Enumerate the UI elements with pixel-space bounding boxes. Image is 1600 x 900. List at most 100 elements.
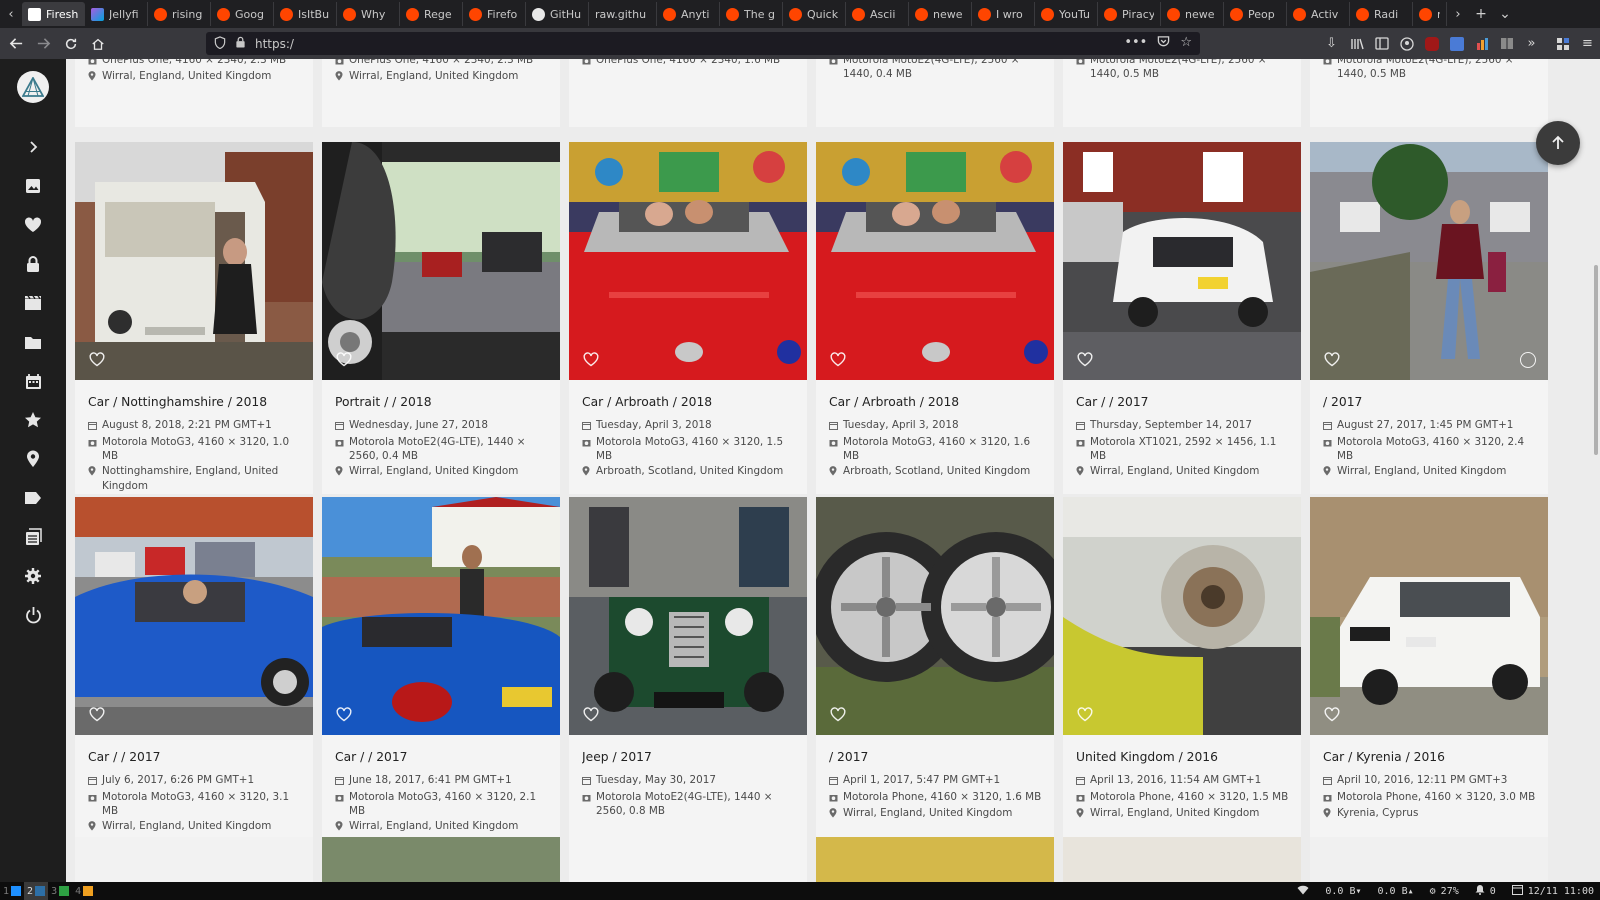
extension-bars-icon[interactable]: [1469, 28, 1494, 59]
select-checkbox-icon[interactable]: [1520, 352, 1536, 368]
photo-title[interactable]: Portrait / / 2018: [335, 395, 550, 409]
notifications[interactable]: 0: [1475, 884, 1496, 898]
account-icon[interactable]: [1394, 28, 1419, 59]
favorite-heart-icon[interactable]: [1077, 707, 1093, 723]
photo-title[interactable]: Car / / 2017: [1076, 395, 1291, 409]
browser-tab[interactable]: Jellyfi: [85, 2, 148, 26]
reader-view-icon[interactable]: [1494, 28, 1519, 59]
photo-thumbnail[interactable]: [322, 497, 560, 735]
favorite-heart-icon[interactable]: [830, 352, 846, 368]
clock[interactable]: 12/11 11:00: [1511, 884, 1594, 898]
wifi-icon[interactable]: [1297, 885, 1309, 898]
browser-tab[interactable]: rising: [148, 2, 211, 26]
bookmark-star-icon[interactable]: ☆: [1180, 35, 1192, 52]
photo-thumbnail[interactable]: [569, 497, 807, 735]
page-actions-icon[interactable]: •••: [1124, 35, 1147, 52]
overflow-chevrons-icon[interactable]: »: [1519, 28, 1544, 59]
photo-thumbnail[interactable]: [1063, 497, 1301, 735]
photo-thumbnail[interactable]: [322, 142, 560, 380]
workspace-4[interactable]: 4: [72, 882, 96, 900]
photo-title[interactable]: Car / Arbroath / 2018: [829, 395, 1044, 409]
photo-title[interactable]: Car / Nottinghamshire / 2018: [88, 395, 303, 409]
workspace-1[interactable]: 1: [0, 882, 24, 900]
photo-card[interactable]: Portrait / / 2018 Wednesday, June 27, 201…: [322, 142, 560, 494]
workspace-2[interactable]: 2: [24, 882, 49, 900]
photo-card[interactable]: Car / Arbroath / 2018 Tuesday, April 3, 2…: [816, 142, 1054, 494]
photo-card[interactable]: Car / Arbroath / 2018 Tuesday, April 3, 2…: [569, 142, 807, 494]
photo-card[interactable]: Outdoor / 2019Wednesday, February 27, 20…: [1063, 59, 1301, 127]
browser-tab[interactable]: I wro: [972, 2, 1035, 26]
photo-card[interactable]: Minivan / Wirral / 2020Wednesday, May 20…: [322, 59, 560, 127]
secure-lock-icon[interactable]: [235, 36, 246, 51]
photo-title[interactable]: Car / Kyrenia / 2016: [1323, 750, 1538, 764]
favorite-heart-icon[interactable]: [583, 707, 599, 723]
library-icon[interactable]: [21, 525, 45, 549]
photo-thumbnail[interactable]: [1310, 142, 1548, 380]
browser-tab[interactable]: Peop: [1224, 2, 1287, 26]
photo-title[interactable]: Car / / 2017: [88, 750, 303, 764]
address-bar[interactable]: https:/ ••• ☆: [206, 32, 1200, 55]
photo-card-partial[interactable]: [322, 837, 560, 882]
library-icon[interactable]: [1344, 28, 1369, 59]
expand-chevron-icon[interactable]: [21, 135, 45, 159]
browser-tab[interactable]: Activ: [1287, 2, 1350, 26]
photo-thumbnail[interactable]: [1310, 497, 1548, 735]
back-icon[interactable]: [3, 30, 30, 58]
photo-title[interactable]: Jeep / 2017: [582, 750, 797, 764]
forward-icon[interactable]: [30, 30, 57, 58]
favorite-heart-icon[interactable]: [336, 707, 352, 723]
new-tab-icon[interactable]: +: [1469, 0, 1493, 28]
downloads-icon[interactable]: ⇩: [1319, 28, 1344, 59]
favorite-heart-icon[interactable]: [583, 352, 599, 368]
photo-thumbnail[interactable]: [816, 142, 1054, 380]
favorite-heart-icon[interactable]: [1324, 707, 1340, 723]
ublock-origin-icon[interactable]: [1419, 28, 1444, 59]
browser-tab[interactable]: Piracy: [1098, 2, 1161, 26]
calendar-icon[interactable]: [21, 369, 45, 393]
pocket-icon[interactable]: [1157, 35, 1170, 52]
photo-card-partial[interactable]: [75, 837, 313, 882]
browser-tab[interactable]: Why: [337, 2, 400, 26]
photo-card[interactable]: Car / 2019Wednesday, February 27, 2019Mo…: [1310, 59, 1548, 127]
photo-card[interactable]: Jeep / 2017 Tuesday, May 30, 2017 Motorola…: [569, 497, 807, 849]
favorite-heart-icon[interactable]: [830, 707, 846, 723]
photo-card-partial[interactable]: [569, 837, 807, 882]
photo-title[interactable]: / 2017: [1323, 395, 1538, 409]
browser-tab[interactable]: Firesh: [22, 2, 85, 26]
photo-title[interactable]: United Kingdom / 2016: [1076, 750, 1291, 764]
tab-list-dropdown-icon[interactable]: ⌄: [1493, 0, 1517, 28]
photo-card[interactable]: Car / Kyrenia / 2016 April 10, 2016, 12:1…: [1310, 497, 1548, 849]
browser-tab[interactable]: Goog: [211, 2, 274, 26]
browser-tab[interactable]: Firefo: [463, 2, 526, 26]
browser-tab[interactable]: raw.githu: [589, 2, 657, 26]
photo-thumbnail[interactable]: [75, 497, 313, 735]
browser-tab[interactable]: Radi: [1350, 2, 1413, 26]
browser-tab[interactable]: GitHu: [526, 2, 589, 26]
photo-thumbnail[interactable]: [569, 142, 807, 380]
logout-power-icon[interactable]: [21, 603, 45, 627]
favorites-heart-icon[interactable]: [21, 213, 45, 237]
tracking-shield-icon[interactable]: [214, 35, 226, 52]
photoprism-logo-icon[interactable]: [17, 71, 49, 103]
tabs-scroll-right-icon[interactable]: ›: [1447, 0, 1469, 28]
browser-tab[interactable]: Quick: [783, 2, 846, 26]
photo-card[interactable]: Car / Nottinghamshire / 2018 August 8, 20…: [75, 142, 313, 494]
photo-card[interactable]: Car / / 2017 July 6, 2017, 6:26 PM GMT+1 M…: [75, 497, 313, 849]
photo-card[interactable]: Minivan / Wirral / 2020Wednesday, May 20…: [75, 59, 313, 127]
photo-card[interactable]: Car / 2019Wednesday, February 27, 2019Mo…: [816, 59, 1054, 127]
photo-card[interactable]: Car / / 2017 June 18, 2017, 6:41 PM GMT+1…: [322, 497, 560, 849]
menu-hamburger-icon[interactable]: ≡: [1575, 28, 1600, 59]
browser-tab[interactable]: YouTu: [1035, 2, 1098, 26]
photo-thumbnail[interactable]: [816, 497, 1054, 735]
photo-card[interactable]: / 2017 August 27, 2017, 1:45 PM GMT+1 Moto…: [1310, 142, 1548, 494]
photo-card[interactable]: Car / / 2017 Thursday, September 14, 2017…: [1063, 142, 1301, 494]
settings-gear-icon[interactable]: [21, 564, 45, 588]
photo-thumbnail[interactable]: [75, 142, 313, 380]
url-text[interactable]: https:/: [255, 37, 294, 51]
sidebar-toggle-icon[interactable]: [1369, 28, 1394, 59]
favorite-heart-icon[interactable]: [89, 352, 105, 368]
browser-tab[interactable]: The g: [720, 2, 783, 26]
folders-icon[interactable]: [21, 330, 45, 354]
labels-tag-icon[interactable]: [21, 486, 45, 510]
photo-card-partial[interactable]: [816, 837, 1054, 882]
